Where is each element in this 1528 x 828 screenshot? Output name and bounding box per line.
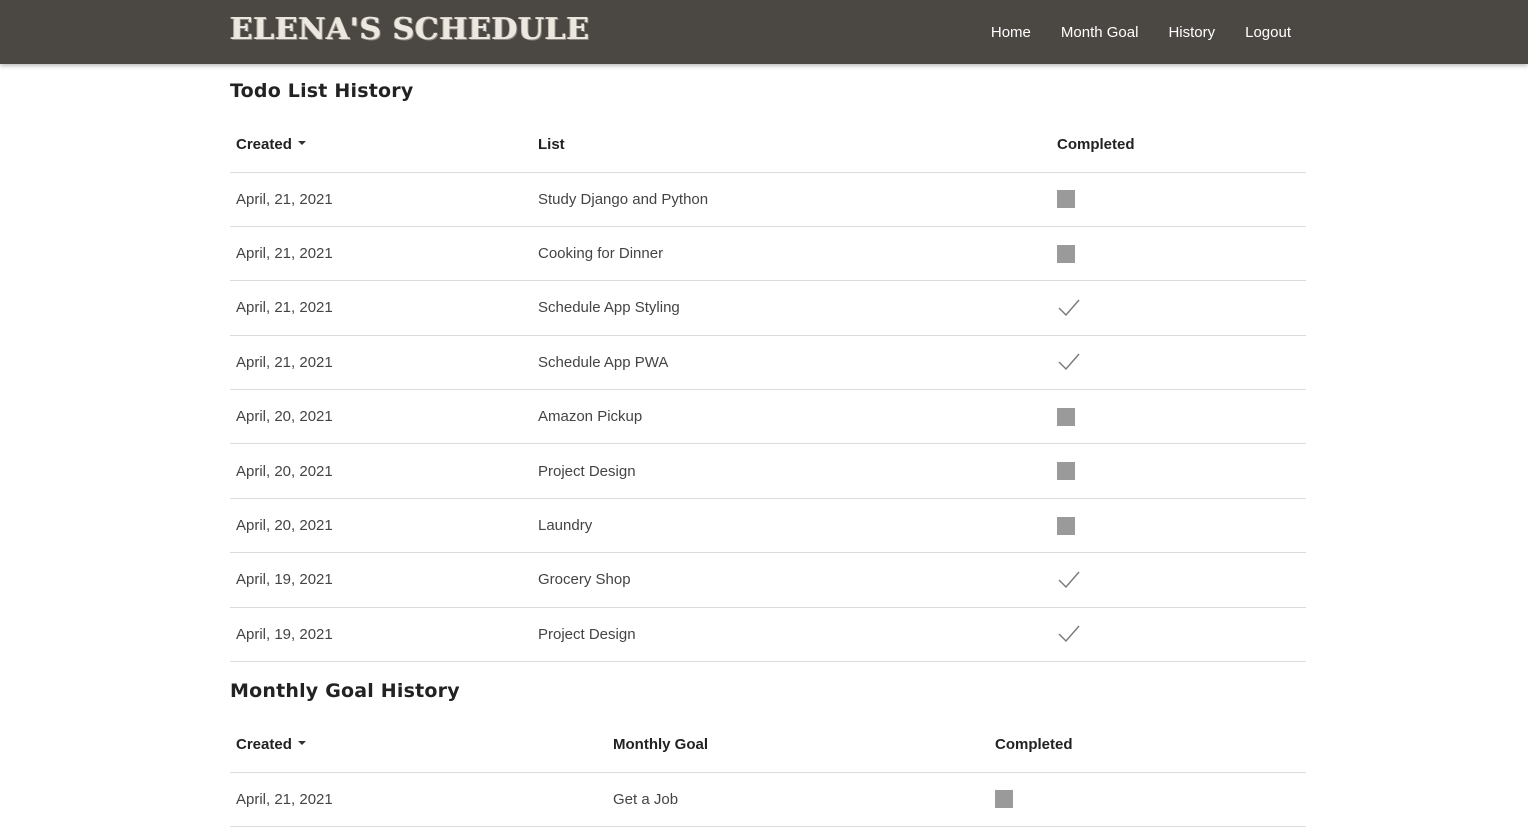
table-row: April, 20, 2021 Project Design [230, 443, 1306, 499]
checkmark-icon [1058, 625, 1080, 643]
created-cell: April, 19, 2021 [230, 607, 532, 663]
created-cell: April, 20, 2021 [230, 498, 532, 554]
list-cell: Project Design [532, 443, 1051, 499]
navbar: ELENA'S SCHEDULE Home Month Goal History… [0, 0, 1528, 64]
monthly-goal-cell: Get a Job [607, 772, 989, 827]
created-column-header[interactable]: Created [230, 718, 607, 773]
goal-history-table: Created Monthly Goal Completed April, 21… [230, 718, 1306, 827]
created-cell: April, 20, 2021 [230, 389, 532, 445]
completed-cell [1051, 389, 1306, 445]
created-header-label: Created [236, 736, 292, 754]
completed-cell [1051, 498, 1306, 554]
square-icon [995, 790, 1013, 809]
list-cell: Schedule App Styling [532, 280, 1051, 336]
brand-logo[interactable]: ELENA'S SCHEDULE [230, 12, 590, 47]
table-row: April, 19, 2021 Project Design [230, 607, 1306, 663]
table-row: April, 21, 2021 Get a Job [230, 772, 1306, 827]
todo-history-title: Todo List History [230, 80, 414, 102]
table-row: April, 21, 2021 Study Django and Python [230, 172, 1306, 227]
nav-home-link[interactable]: Home [991, 24, 1031, 41]
completed-cell [1051, 226, 1306, 282]
list-column-header: List [532, 118, 1051, 173]
created-cell: April, 21, 2021 [230, 772, 607, 827]
checkmark-icon [1058, 353, 1080, 371]
nav-links: Home Month Goal History Logout [961, 0, 1291, 64]
table-header-row: Created Monthly Goal Completed [230, 718, 1306, 773]
checkmark-icon [1058, 299, 1080, 316]
nav-history-link[interactable]: History [1168, 24, 1215, 41]
list-cell: Amazon Pickup [532, 389, 1051, 445]
table-row: April, 20, 2021 Amazon Pickup [230, 389, 1306, 445]
created-cell: April, 21, 2021 [230, 172, 532, 227]
created-cell: April, 20, 2021 [230, 443, 532, 499]
nav-logout-link[interactable]: Logout [1245, 24, 1291, 41]
square-icon [1057, 462, 1075, 481]
table-row: April, 21, 2021 Schedule App PWA [230, 335, 1306, 391]
completed-column-header: Completed [989, 718, 1306, 773]
completed-cell [1051, 280, 1306, 336]
todo-history-table: Created List Completed April, 21, 2021 St… [230, 118, 1306, 663]
completed-cell [989, 772, 1306, 827]
nav-month-goal-link[interactable]: Month Goal [1061, 24, 1139, 41]
caret-down-icon[interactable] [297, 141, 306, 146]
created-cell: April, 19, 2021 [230, 552, 532, 608]
list-cell: Project Design [532, 607, 1051, 663]
checkmark-icon [1058, 571, 1080, 588]
square-icon [1057, 190, 1075, 209]
monthly-goal-column-header: Monthly Goal [607, 718, 989, 773]
table-row: April, 21, 2021 Schedule App Styling [230, 280, 1306, 336]
completed-cell [1051, 443, 1306, 499]
list-cell: Grocery Shop [532, 552, 1051, 608]
list-cell: Schedule App PWA [532, 335, 1051, 391]
caret-down-icon[interactable] [297, 741, 306, 746]
created-cell: April, 21, 2021 [230, 226, 532, 282]
created-column-header[interactable]: Created [230, 118, 532, 173]
created-header-label: Created [236, 136, 292, 154]
table-row: April, 19, 2021 Grocery Shop [230, 552, 1306, 608]
goal-history-title: Monthly Goal History [230, 680, 460, 703]
table-row: April, 20, 2021 Laundry [230, 498, 1306, 554]
table-row: April, 21, 2021 Cooking for Dinner [230, 226, 1306, 282]
history-page: Todo List History Created List Completed… [230, 64, 1306, 827]
completed-cell [1051, 607, 1306, 663]
list-cell: Cooking for Dinner [532, 226, 1051, 282]
list-cell: Study Django and Python [532, 172, 1051, 227]
square-icon [1057, 516, 1075, 535]
completed-cell [1051, 552, 1306, 608]
created-cell: April, 21, 2021 [230, 280, 532, 336]
todo-rows: April, 21, 2021 Study Django and Python Ap… [230, 172, 1306, 663]
goal-rows: April, 21, 2021 Get a Job [230, 772, 1306, 827]
completed-cell [1051, 172, 1306, 227]
table-header-row: Created List Completed [230, 118, 1306, 173]
square-icon [1057, 407, 1075, 426]
list-cell: Laundry [532, 498, 1051, 554]
completed-column-header: Completed [1051, 118, 1306, 173]
square-icon [1057, 244, 1075, 263]
completed-cell [1051, 335, 1306, 391]
created-cell: April, 21, 2021 [230, 335, 532, 391]
